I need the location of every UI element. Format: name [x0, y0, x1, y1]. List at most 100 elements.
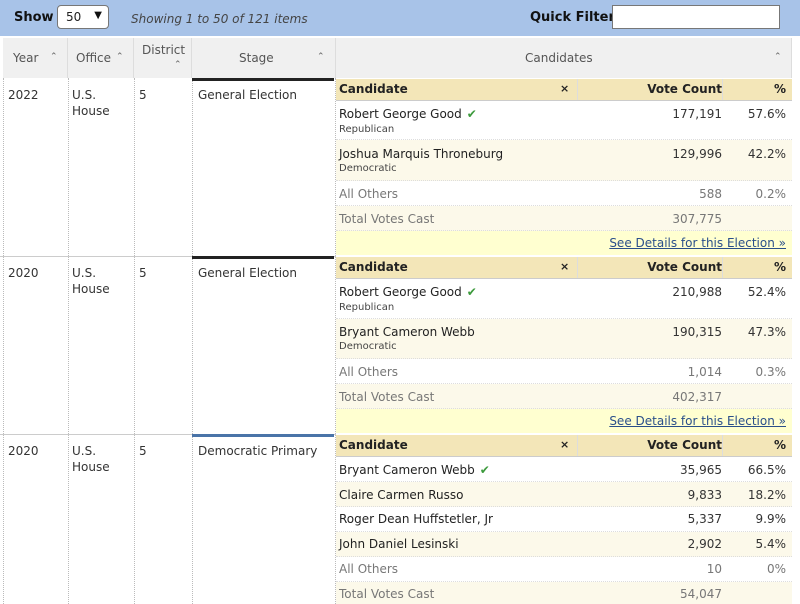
candidate-row: Joshua Marquis Throneburg Democratic 129… — [336, 140, 792, 181]
stage-bar — [192, 78, 334, 81]
column-divider — [134, 78, 135, 604]
candidate-party: Republican — [339, 302, 395, 313]
sort-up-icon: ⌃ — [317, 52, 325, 62]
column-header-label: Candidates — [525, 51, 593, 65]
vote-count: 129,996 — [672, 147, 722, 161]
total-votes-label: Total Votes Cast — [339, 390, 435, 404]
election-details-link[interactable]: See Details for this Election » — [609, 236, 786, 250]
sort-up-icon: ⌃ — [174, 60, 182, 70]
all-others-row: All Others 588 0.2% — [336, 181, 792, 206]
column-header-district[interactable]: District ⌃ — [134, 38, 192, 78]
all-others-label: All Others — [339, 365, 399, 379]
candidate-row: Bryant Cameron Webb ✔ 35,965 66.5% — [336, 457, 792, 482]
all-others-row: All Others 10 0% — [336, 557, 792, 582]
close-icon[interactable]: × — [560, 260, 569, 273]
sort-up-icon: ⌃ — [774, 52, 782, 62]
details-row: See Details for this Election » — [336, 409, 792, 433]
candidate-table-header: Candidate × Vote Count % — [336, 435, 792, 457]
page-size-select[interactable]: 50 ▼ — [57, 5, 109, 29]
stage-cell: Democratic Primary — [198, 444, 318, 458]
sort-up-icon: ⌃ — [50, 52, 58, 62]
year-cell: 2022 — [8, 88, 39, 102]
stage-bar — [192, 256, 334, 259]
candidate-name: Claire Carmen Russo — [339, 488, 464, 502]
candidate-name: Robert George Good ✔ — [339, 107, 477, 121]
total-votes-label: Total Votes Cast — [339, 212, 435, 226]
showing-count: Showing 1 to 50 of 121 items — [131, 12, 308, 26]
quick-filter-input[interactable] — [612, 5, 780, 29]
vote-percent: 0.3% — [755, 365, 787, 379]
year-cell: 2020 — [8, 444, 39, 458]
office-cell: U.S. — [72, 444, 97, 458]
vote-percent: 57.6% — [747, 107, 786, 121]
candidate-table-header: Candidate × Vote Count % — [336, 79, 792, 101]
toolbar: Show 50 ▼ Showing 1 to 50 of 121 items Q… — [0, 0, 800, 36]
winner-check-icon: ✔ — [479, 463, 490, 477]
column-header-stage[interactable]: Stage ⌃ — [192, 38, 336, 78]
district-cell: 5 — [139, 88, 147, 102]
percent-header: % — [773, 438, 786, 452]
district-cell: 5 — [139, 266, 147, 280]
vote-count: 5,337 — [687, 512, 722, 526]
office-cell: U.S. — [72, 266, 97, 280]
close-icon[interactable]: × — [560, 438, 569, 451]
candidate-header: Candidate — [339, 260, 408, 274]
all-others-label: All Others — [339, 562, 399, 576]
candidate-name: Joshua Marquis Throneburg — [339, 147, 504, 161]
total-votes-label: Total Votes Cast — [339, 587, 435, 601]
vote-count-header: Vote Count — [647, 438, 722, 452]
column-header-year[interactable]: Year ⌃ — [3, 38, 68, 78]
vote-count: 2,902 — [687, 537, 722, 551]
vote-count-header: Vote Count — [647, 260, 722, 274]
column-divider — [3, 78, 4, 604]
page-size-value: 50 — [66, 10, 82, 24]
total-votes-value: 307,775 — [672, 212, 722, 226]
column-header-office[interactable]: Office ⌃ — [68, 38, 134, 78]
vote-count: 588 — [699, 187, 722, 201]
show-label: Show — [14, 10, 54, 25]
office-cell: U.S. — [72, 88, 97, 102]
vote-percent: 52.4% — [747, 285, 786, 299]
total-votes-row: Total Votes Cast 402,317 — [336, 384, 792, 409]
percent-header: % — [773, 260, 786, 274]
vote-percent: 5.4% — [755, 537, 787, 551]
vote-percent: 0.2% — [755, 187, 787, 201]
candidate-table-header: Candidate × Vote Count % — [336, 257, 792, 279]
candidate-name: Roger Dean Huffstetler, Jr — [339, 512, 493, 526]
total-votes-row: Total Votes Cast 307,775 — [336, 206, 792, 231]
candidate-header: Candidate — [339, 82, 408, 96]
vote-percent: 0% — [766, 562, 786, 576]
sort-up-icon: ⌃ — [116, 52, 124, 62]
office-cell: House — [72, 460, 110, 474]
vote-count-header: Vote Count — [647, 82, 722, 96]
all-others-label: All Others — [339, 187, 399, 201]
candidate-party: Democratic — [339, 341, 397, 352]
chevron-down-icon: ▼ — [94, 10, 102, 21]
candidate-row: Roger Dean Huffstetler, Jr 5,337 9.9% — [336, 507, 792, 532]
vote-percent: 42.2% — [747, 147, 786, 161]
winner-check-icon: ✔ — [466, 285, 477, 299]
column-header-label: Year — [13, 51, 39, 65]
details-row: See Details for this Election » — [336, 231, 792, 255]
candidate-name: Bryant Cameron Webb — [339, 325, 475, 339]
vote-count: 9,833 — [687, 488, 722, 502]
candidate-party: Republican — [339, 124, 395, 135]
column-divider — [192, 78, 193, 604]
vote-count: 10 — [706, 562, 722, 576]
vote-percent: 9.9% — [755, 512, 787, 526]
stage-cell: General Election — [198, 266, 297, 280]
close-icon[interactable]: × — [560, 82, 569, 95]
quick-filter-label: Quick Filter: — [530, 10, 621, 25]
vote-count: 35,965 — [680, 463, 722, 477]
vote-count: 1,014 — [687, 365, 722, 379]
column-header-label: Stage — [239, 51, 274, 65]
total-votes-row: Total Votes Cast 54,047 — [336, 582, 792, 604]
election-details-link[interactable]: See Details for this Election » — [609, 414, 786, 428]
column-header-candidates[interactable]: Candidates ⌃ — [336, 38, 792, 78]
stage-bar — [192, 434, 334, 437]
candidate-row: Robert George Good ✔ Republican 177,191 5… — [336, 101, 792, 140]
vote-count: 210,988 — [672, 285, 722, 299]
candidate-name: Bryant Cameron Webb ✔ — [339, 463, 490, 477]
candidate-name: John Daniel Lesinski — [339, 537, 459, 551]
vote-percent: 66.5% — [747, 463, 786, 477]
